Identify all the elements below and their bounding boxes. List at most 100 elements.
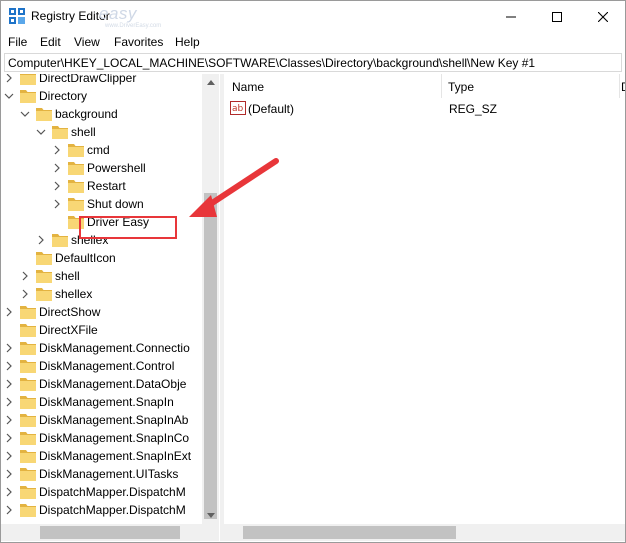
folder-icon [68, 144, 84, 157]
tree-item[interactable]: background [2, 105, 220, 123]
menu-edit[interactable]: Edit [40, 35, 61, 49]
menu-view[interactable]: View [74, 35, 100, 49]
column-header-data[interactable]: D [620, 74, 625, 98]
menu-favorites[interactable]: Favorites [114, 35, 163, 49]
string-value-icon: ab [230, 101, 246, 115]
value-list[interactable]: Name Type D ab (Default) REG_SZ [224, 74, 625, 524]
key-tree[interactable]: DirectDrawClipper Directory background shel… [2, 74, 220, 524]
annotation-highlight-box [79, 216, 177, 239]
chevron-right-icon[interactable] [4, 307, 14, 317]
tree-item[interactable]: DiskManagement.SnapInCo [2, 429, 220, 447]
tree-item-label: DirectXFile [39, 323, 98, 337]
chevron-right-icon[interactable] [4, 74, 14, 83]
chevron-right-icon[interactable] [52, 181, 62, 191]
chevron-down-icon[interactable] [20, 109, 30, 119]
tree-item[interactable]: shell [2, 267, 220, 285]
folder-icon [36, 270, 52, 283]
tree-item-label: DefaultIcon [55, 251, 116, 265]
menu-help[interactable]: Help [175, 35, 200, 49]
folder-icon [20, 432, 36, 445]
chevron-right-icon[interactable] [4, 469, 14, 479]
address-bar[interactable]: Computer\HKEY_LOCAL_MACHINE\SOFTWARE\Cla… [4, 53, 622, 72]
chevron-right-icon[interactable] [4, 343, 14, 353]
chevron-down-icon[interactable] [4, 91, 14, 101]
chevron-right-icon[interactable] [4, 415, 14, 425]
chevron-right-icon[interactable] [20, 271, 30, 281]
maximize-button[interactable] [534, 1, 580, 32]
minimize-button[interactable] [488, 1, 534, 32]
tree-item[interactable]: DiskManagement.SnapIn [2, 393, 220, 411]
tree-item-label: shellex [55, 287, 93, 301]
tree-scroll-up-button[interactable] [202, 74, 219, 91]
tree-scroll-thumb[interactable] [204, 193, 217, 519]
tree-item[interactable]: Directory [2, 87, 220, 105]
chevron-right-icon[interactable] [52, 199, 62, 209]
tree-item[interactable]: DiskManagement.Connectio [2, 339, 220, 357]
list-hscroll-thumb[interactable] [243, 526, 456, 539]
tree-item-label: shell [71, 125, 96, 139]
chevron-right-icon[interactable] [4, 505, 14, 515]
tree-item[interactable]: DiskManagement.Control [2, 357, 220, 375]
chevron-right-icon[interactable] [20, 289, 30, 299]
tree-item-label: Restart [87, 179, 126, 193]
tree-item-label: Shut down [87, 197, 144, 211]
tree-item[interactable]: shell [2, 123, 220, 141]
folder-icon [20, 378, 36, 391]
tree-hscroll-thumb[interactable] [40, 526, 180, 539]
chevron-down-icon[interactable] [36, 127, 46, 137]
menu-file[interactable]: File [8, 35, 27, 49]
folder-icon [20, 468, 36, 481]
tree-item[interactable]: DiskManagement.DataObje [2, 375, 220, 393]
folder-icon [68, 198, 84, 211]
folder-icon [20, 74, 36, 85]
column-header-name[interactable]: Name [224, 74, 442, 98]
folder-icon [36, 108, 52, 121]
tree-item[interactable]: DirectXFile [2, 321, 220, 339]
tree-item[interactable]: DiskManagement.SnapInExt [2, 447, 220, 465]
close-button[interactable] [580, 1, 626, 32]
tree-item-label: DiskManagement.UITasks [39, 467, 179, 481]
chevron-down-icon [206, 513, 215, 518]
chevron-right-icon[interactable] [4, 397, 14, 407]
folder-icon [20, 360, 36, 373]
folder-icon [68, 162, 84, 175]
watermark-url: www.DriverEasy.com [105, 23, 162, 29]
chevron-right-icon[interactable] [52, 145, 62, 155]
tree-item-label: DirectDrawClipper [39, 74, 137, 85]
tree-item[interactable]: DispatchMapper.DispatchM [2, 501, 220, 519]
window-title: Registry Editor [31, 9, 110, 23]
folder-icon [36, 252, 52, 265]
folder-icon [36, 288, 52, 301]
value-row[interactable]: ab (Default) REG_SZ [224, 100, 625, 118]
tree-item-label: DiskManagement.SnapInExt [39, 449, 192, 463]
tree-item[interactable]: DirectShow [2, 303, 220, 321]
tree-item[interactable]: DiskManagement.SnapInAb [2, 411, 220, 429]
tree-item-label: DiskManagement.Connectio [39, 341, 190, 355]
chevron-up-icon [206, 80, 215, 85]
chevron-right-icon[interactable] [4, 379, 14, 389]
tree-item-label: background [55, 107, 118, 121]
tree-item[interactable]: DiskManagement.UITasks [2, 465, 220, 483]
chevron-right-icon[interactable] [4, 361, 14, 371]
tree-scroll-down-button[interactable] [202, 507, 219, 524]
chevron-right-icon[interactable] [36, 235, 46, 245]
tree-item-label: DiskManagement.SnapInAb [39, 413, 189, 427]
tree-item[interactable]: DefaultIcon [2, 249, 220, 267]
chevron-right-icon[interactable] [4, 451, 14, 461]
chevron-right-icon[interactable] [4, 487, 14, 497]
tree-item-label: DiskManagement.SnapIn [39, 395, 174, 409]
tree-item-label: DirectShow [39, 305, 101, 319]
tree-item[interactable]: shellex [2, 285, 220, 303]
value-type: REG_SZ [449, 102, 498, 116]
tree-item[interactable]: DispatchMapper.DispatchM [2, 483, 220, 501]
folder-icon [20, 414, 36, 427]
column-header-type[interactable]: Type [442, 74, 620, 98]
tree-item-label: DiskManagement.Control [39, 359, 175, 373]
tree-item-label: DiskManagement.DataObje [39, 377, 187, 391]
folder-icon [20, 324, 36, 337]
folder-icon [20, 342, 36, 355]
chevron-right-icon[interactable] [4, 433, 14, 443]
chevron-right-icon[interactable] [52, 163, 62, 173]
folder-icon [20, 486, 36, 499]
tree-item[interactable]: DirectDrawClipper [2, 74, 220, 87]
